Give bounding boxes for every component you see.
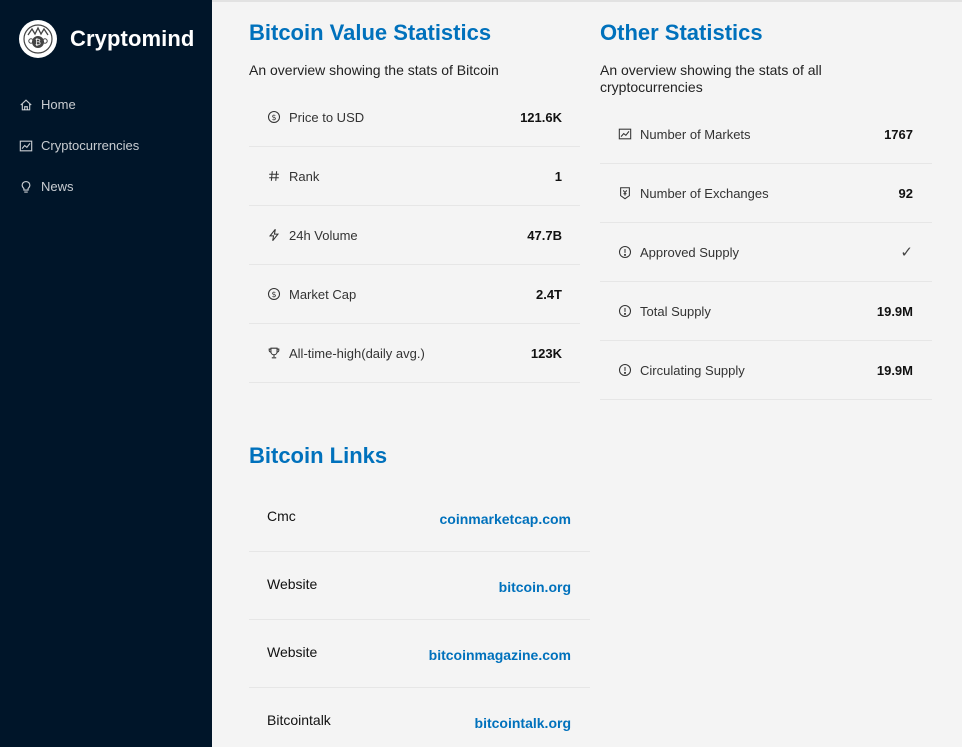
link-url[interactable]: bitcoin.org xyxy=(499,579,571,619)
exclamation-circle-icon xyxy=(618,304,632,318)
fund-icon xyxy=(618,128,632,140)
stat-row-markets: Number of Markets 1767 xyxy=(600,105,932,164)
stat-label: Rank xyxy=(289,168,320,184)
link-row: Website bitcoin.org xyxy=(249,552,590,620)
home-icon xyxy=(20,98,32,110)
link-row: Cmc coinmarketcap.com xyxy=(249,484,590,552)
link-url[interactable]: coinmarketcap.com xyxy=(440,511,572,551)
stat-label: Market Cap xyxy=(289,286,357,302)
link-name: Website xyxy=(267,644,318,660)
link-row: Bitcointalk bitcointalk.org xyxy=(249,688,590,747)
stat-label: Number of Exchanges xyxy=(640,185,769,201)
stat-value: 123K xyxy=(530,345,562,361)
top-divider xyxy=(212,0,962,2)
stat-label: 24h Volume xyxy=(289,227,358,243)
money-collect-icon xyxy=(620,187,630,200)
sidebar: ₿ Cryptomind Home Cryptocurrencies News xyxy=(0,0,212,747)
thunderbolt-icon xyxy=(268,228,280,242)
stat-row-approved-supply: Approved Supply ✓ xyxy=(600,223,932,282)
stat-label: Price to USD xyxy=(289,109,365,125)
links-title: Bitcoin Links xyxy=(249,443,388,468)
links-list: Cmc coinmarketcap.com Website bitcoin.or… xyxy=(249,484,590,747)
stat-value: 19.9M xyxy=(876,362,913,378)
sidebar-item-label: Home xyxy=(41,97,76,112)
other-statistics-section: Other Statistics An overview showing the… xyxy=(600,20,932,400)
other-statistics-list: Number of Markets 1767 Number of Exchang… xyxy=(600,105,932,400)
app-name: Cryptomind xyxy=(70,26,195,51)
stat-value: 121.6K xyxy=(520,109,562,125)
stat-value: 19.9M xyxy=(876,303,913,319)
stat-row-exchanges: Number of Exchanges 92 xyxy=(600,164,932,223)
dollar-circle-icon: $ xyxy=(267,110,281,124)
svg-text:$: $ xyxy=(271,113,276,122)
sidebar-item-news[interactable]: News xyxy=(0,166,212,207)
number-icon xyxy=(269,171,279,181)
sidebar-item-label: Cryptocurrencies xyxy=(41,138,140,153)
links-section: Bitcoin Links Cmc coinmarketcap.com Webs… xyxy=(249,443,590,747)
check-icon: ✓ xyxy=(900,244,913,261)
stat-label: Approved Supply xyxy=(640,244,740,260)
stat-label: Total Supply xyxy=(640,303,711,319)
stat-row-total-supply: Total Supply 19.9M xyxy=(600,282,932,341)
stat-label: Circulating Supply xyxy=(640,362,745,378)
link-name: Website xyxy=(267,576,318,592)
stat-label: All-time-high(daily avg.) xyxy=(289,345,425,361)
stat-row-price: $ Price to USD 121.6K xyxy=(249,88,580,147)
value-statistics-list: $ Price to USD 121.6K Rank 1 24h Volume … xyxy=(249,88,580,383)
stat-label: Number of Markets xyxy=(640,126,751,142)
stat-value: 92 xyxy=(898,185,913,201)
stat-row-all-time-high: All-time-high(daily avg.) 123K xyxy=(249,324,580,383)
stat-value: 47.7B xyxy=(527,227,562,243)
sidebar-nav: Home Cryptocurrencies News xyxy=(0,84,212,207)
brand[interactable]: ₿ Cryptomind xyxy=(19,20,194,58)
other-statistics-title: Other Statistics xyxy=(600,20,763,45)
bitcoin-logo-icon: ₿ xyxy=(19,20,57,58)
svg-text:₿: ₿ xyxy=(35,38,41,47)
chart-icon xyxy=(19,140,33,151)
trophy-icon xyxy=(268,347,280,359)
stat-row-volume: 24h Volume 47.7B xyxy=(249,206,580,265)
stat-value: 1767 xyxy=(884,126,913,142)
stat-value: 2.4T xyxy=(535,286,562,302)
stat-row-rank: Rank 1 xyxy=(249,147,580,206)
stat-row-circulating-supply: Circulating Supply 19.9M xyxy=(600,341,932,400)
link-url[interactable]: bitcointalk.org xyxy=(475,715,571,747)
bulb-icon xyxy=(21,180,31,193)
svg-text:$: $ xyxy=(271,290,276,299)
dollar-circle-icon: $ xyxy=(267,287,281,301)
value-statistics-title: Bitcoin Value Statistics xyxy=(249,20,492,45)
link-name: Bitcointalk xyxy=(267,712,331,728)
stat-row-market-cap: $ Market Cap 2.4T xyxy=(249,265,580,324)
exclamation-circle-icon xyxy=(618,363,632,377)
sidebar-item-home[interactable]: Home xyxy=(0,84,212,125)
sidebar-item-label: News xyxy=(41,179,74,194)
value-statistics-section: Bitcoin Value Statistics An overview sho… xyxy=(249,20,580,383)
value-statistics-subtitle: An overview showing the stats of Bitcoin xyxy=(249,62,499,78)
link-name: Cmc xyxy=(267,508,296,524)
link-url[interactable]: bitcoinmagazine.com xyxy=(429,647,571,687)
link-row: Website bitcoinmagazine.com xyxy=(249,620,590,688)
sidebar-item-cryptocurrencies[interactable]: Cryptocurrencies xyxy=(0,125,212,166)
stat-value: 1 xyxy=(554,168,562,184)
exclamation-circle-icon xyxy=(618,245,632,259)
other-statistics-subtitle: An overview showing the stats of all cry… xyxy=(600,62,822,95)
